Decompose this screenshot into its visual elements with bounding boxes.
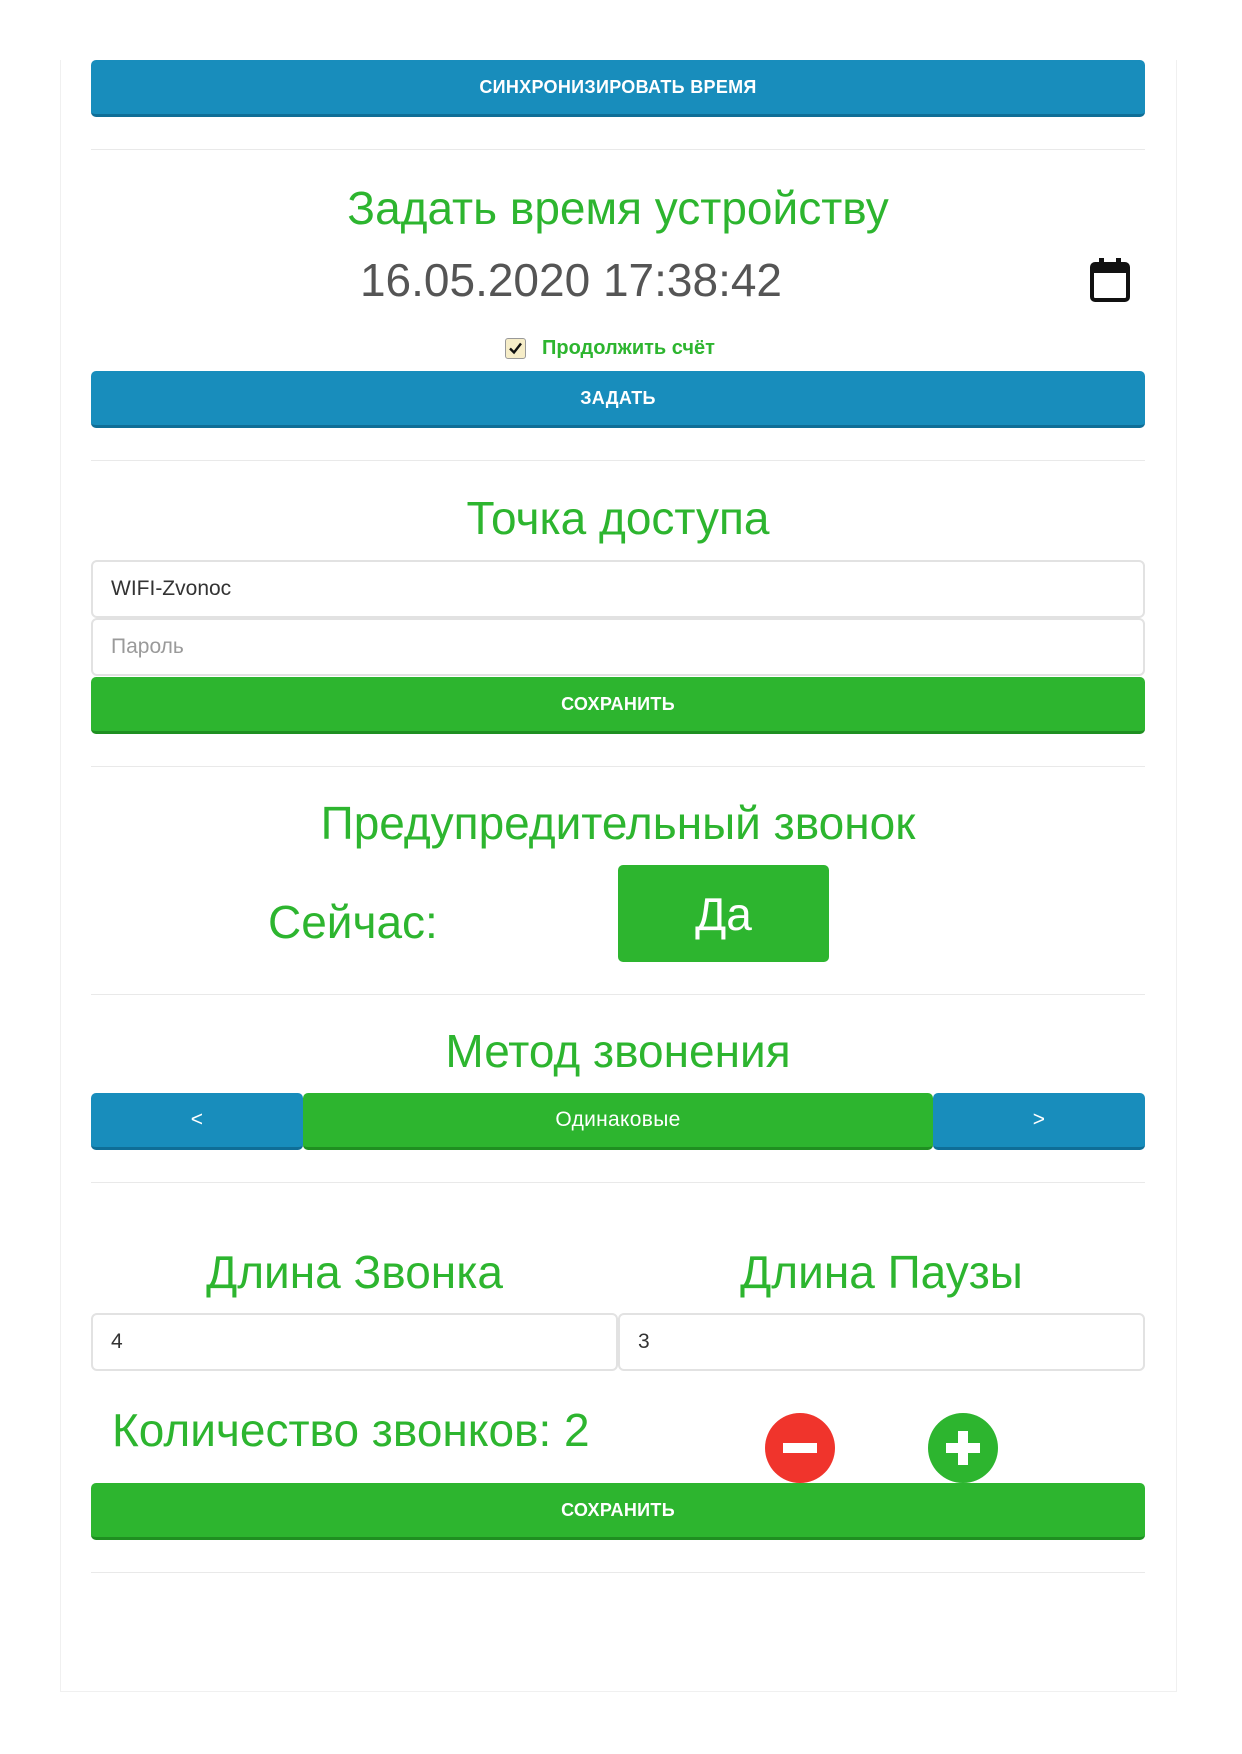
divider bbox=[91, 460, 1145, 461]
ring-count-label: Количество звонков: 2 bbox=[112, 1404, 590, 1456]
continue-count-label: Продолжить счёт bbox=[542, 336, 715, 359]
save-access-point-button[interactable]: СОХРАНИТЬ bbox=[91, 677, 1145, 734]
set-time-title: Задать время устройству bbox=[347, 182, 889, 234]
ring-length-input[interactable]: 4 bbox=[91, 1313, 618, 1371]
save-access-point-button-label: СОХРАНИТЬ bbox=[561, 693, 675, 714]
datetime-input[interactable]: 16.05.2020 17:38:42 bbox=[91, 248, 1051, 312]
pause-length-input[interactable]: 3 bbox=[618, 1313, 1145, 1371]
calendar-icon[interactable] bbox=[1088, 256, 1132, 304]
continue-count-row: Продолжить счёт bbox=[505, 334, 715, 362]
datetime-row: 16.05.2020 17:38:42 bbox=[91, 248, 1145, 312]
ring-method-current[interactable]: Одинаковые bbox=[303, 1093, 933, 1150]
ring-method-next-label: > bbox=[1032, 1108, 1046, 1131]
divider bbox=[91, 1182, 1145, 1183]
save-durations-button-label: СОХРАНИТЬ bbox=[561, 1499, 675, 1520]
divider bbox=[91, 766, 1145, 767]
divider bbox=[91, 994, 1145, 995]
minus-circle-icon[interactable] bbox=[765, 1413, 835, 1483]
warning-bell-toggle-label: Да bbox=[695, 887, 752, 940]
divider bbox=[91, 1572, 1145, 1573]
continue-count-checkbox[interactable] bbox=[505, 337, 526, 359]
password-input[interactable]: Пароль bbox=[91, 618, 1145, 676]
ring-method-current-label: Одинаковые bbox=[555, 1108, 681, 1131]
set-time-button-label: ЗАДАТЬ bbox=[580, 387, 656, 408]
sync-time-button-label: СИНХРОНИЗИРОВАТЬ ВРЕМЯ bbox=[479, 76, 757, 97]
divider bbox=[91, 149, 1145, 150]
warning-bell-toggle-button[interactable]: Да bbox=[618, 865, 829, 962]
ring-method-title: Метод звонения bbox=[445, 1025, 791, 1077]
plus-circle-icon[interactable] bbox=[928, 1413, 998, 1483]
ring-length-title: Длина Звонка bbox=[206, 1246, 503, 1298]
access-point-title: Точка доступа bbox=[466, 492, 770, 544]
pause-length-title: Длина Паузы bbox=[740, 1246, 1023, 1298]
set-time-button[interactable]: ЗАДАТЬ bbox=[91, 371, 1145, 428]
ring-method-next-button[interactable]: > bbox=[933, 1093, 1145, 1150]
sync-time-button[interactable]: СИНХРОНИЗИРОВАТЬ ВРЕМЯ bbox=[91, 60, 1145, 117]
ssid-input[interactable]: WIFI-Zvonoc bbox=[91, 560, 1145, 618]
ring-method-prev-label: < bbox=[190, 1108, 204, 1131]
save-durations-button[interactable]: СОХРАНИТЬ bbox=[91, 1483, 1145, 1540]
warning-bell-now-label: Сейчас: bbox=[268, 896, 438, 948]
warning-bell-title: Предупредительный звонок bbox=[320, 797, 916, 849]
ring-method-prev-button[interactable]: < bbox=[91, 1093, 303, 1150]
